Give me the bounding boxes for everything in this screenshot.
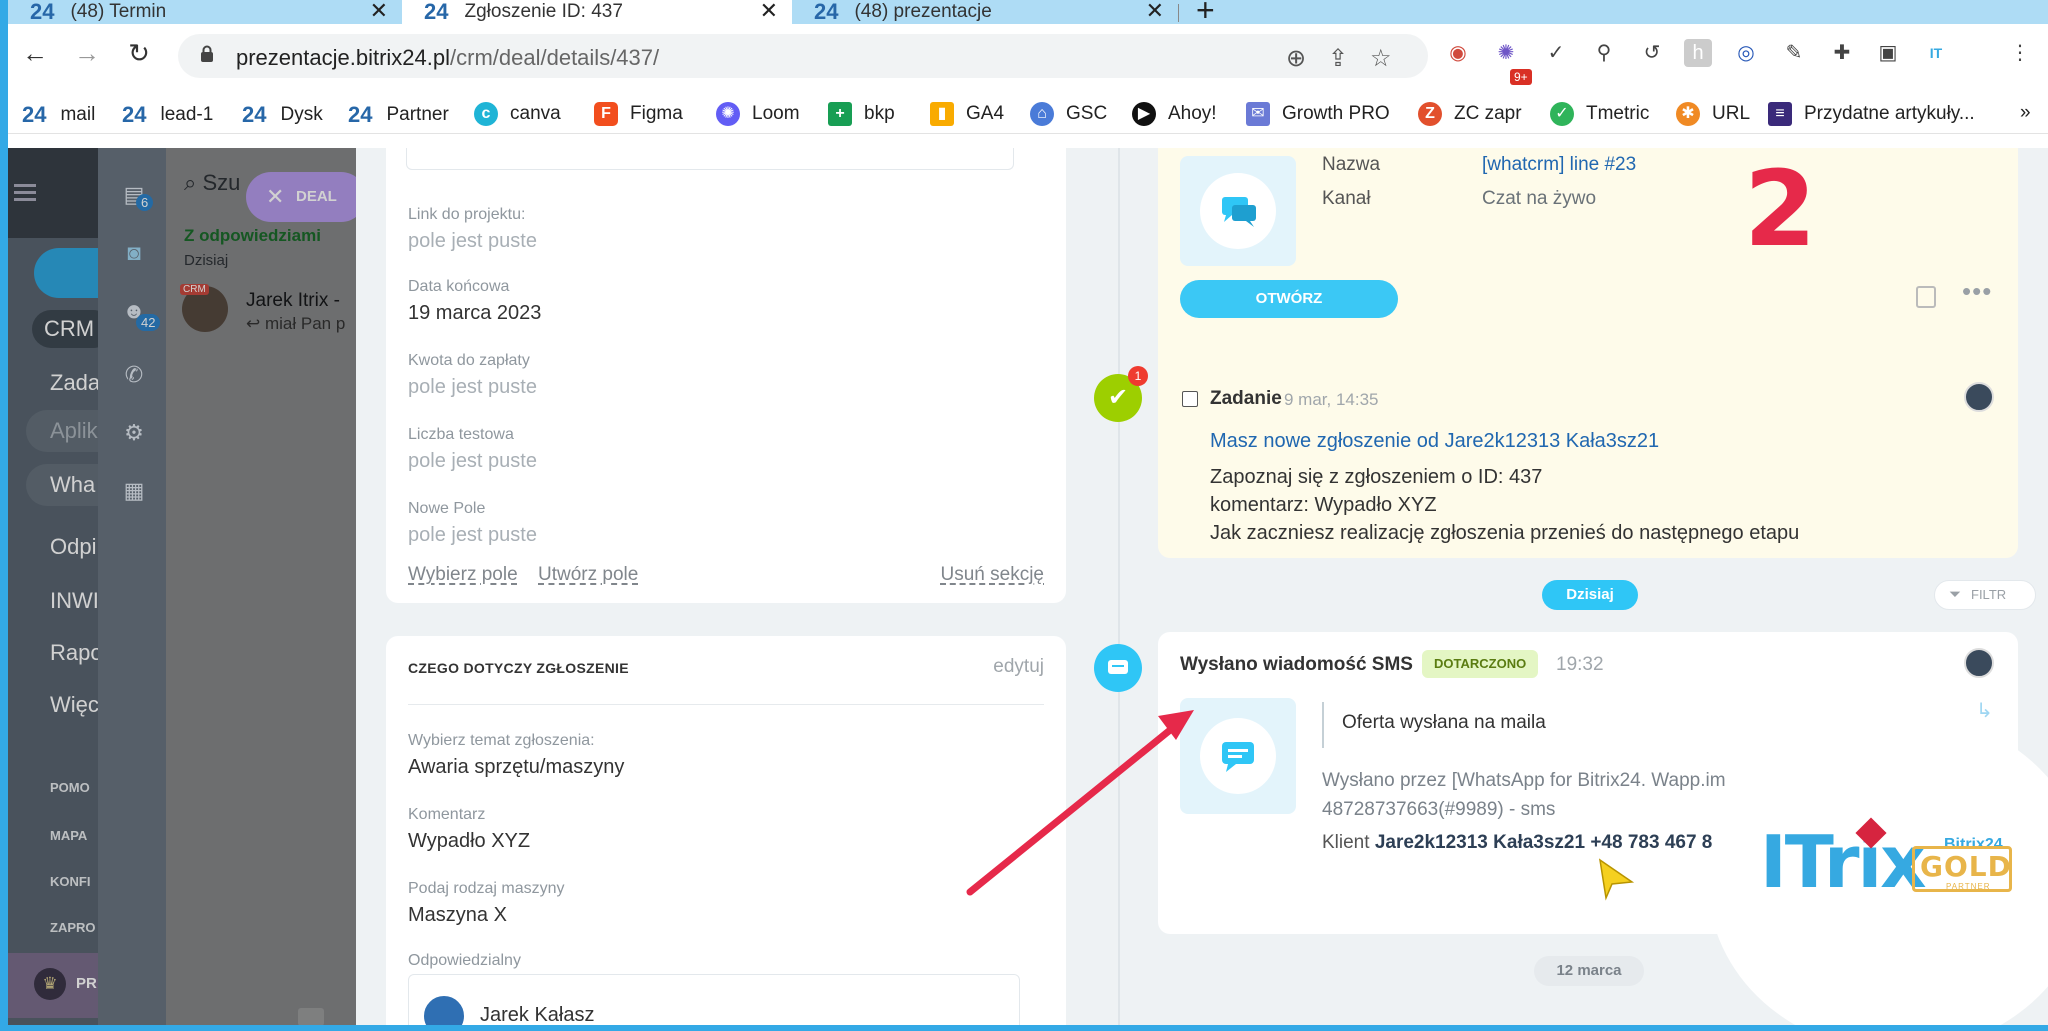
gold-text: GOLD [1920, 850, 2012, 883]
screen-frame: 24 (48) Termin ✕ 24 Zgłoszenie ID: 437 ✕… [8, 0, 2048, 1025]
partner-text: PARTNER [1946, 882, 1991, 891]
itrix-logo: ITrix [1760, 820, 1927, 904]
